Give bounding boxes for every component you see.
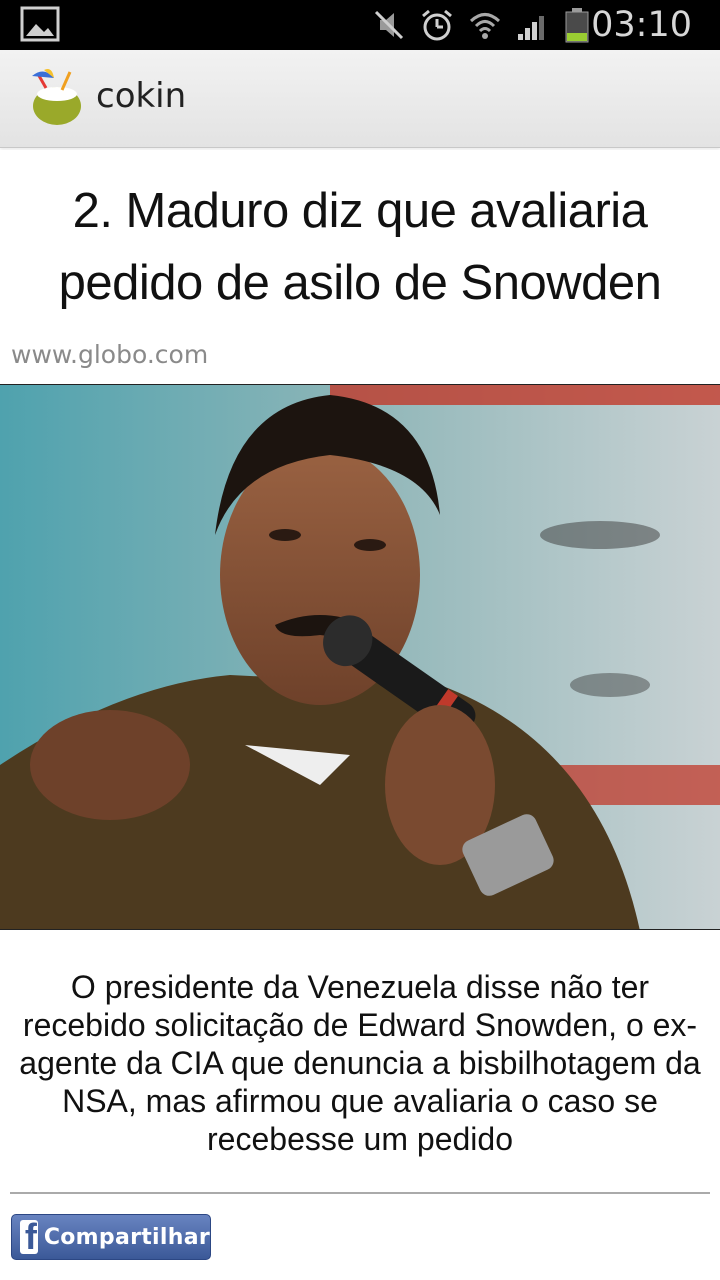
coconut-drink-icon[interactable] bbox=[28, 66, 86, 128]
app-title: cokin bbox=[96, 76, 187, 116]
battery-icon bbox=[565, 8, 589, 43]
wifi-icon bbox=[469, 13, 501, 39]
article-photo[interactable] bbox=[0, 384, 720, 930]
article-source[interactable]: www.globo.com bbox=[11, 340, 208, 369]
clock: 03:10 bbox=[591, 5, 692, 45]
article-headline[interactable]: 2. Maduro diz que avaliaria pedido de as… bbox=[20, 175, 700, 319]
facebook-icon: f bbox=[20, 1220, 38, 1254]
facebook-share-button[interactable]: f Compartilhar bbox=[11, 1214, 211, 1260]
facebook-glyph: f bbox=[24, 1220, 37, 1254]
action-bar: cokin bbox=[0, 50, 720, 148]
status-bar: 03:10 bbox=[0, 0, 720, 50]
signal-icon bbox=[518, 16, 544, 40]
mute-icon bbox=[374, 10, 404, 40]
speaker-photo bbox=[0, 385, 720, 929]
picture-icon bbox=[20, 6, 60, 42]
article: 2. Maduro diz que avaliaria pedido de as… bbox=[0, 150, 720, 1280]
share-label: Compartilhar bbox=[43, 1224, 210, 1250]
divider bbox=[10, 1192, 710, 1194]
article-summary: O presidente da Venezuela disse não ter … bbox=[19, 969, 701, 1157]
alarm-icon bbox=[422, 9, 452, 41]
